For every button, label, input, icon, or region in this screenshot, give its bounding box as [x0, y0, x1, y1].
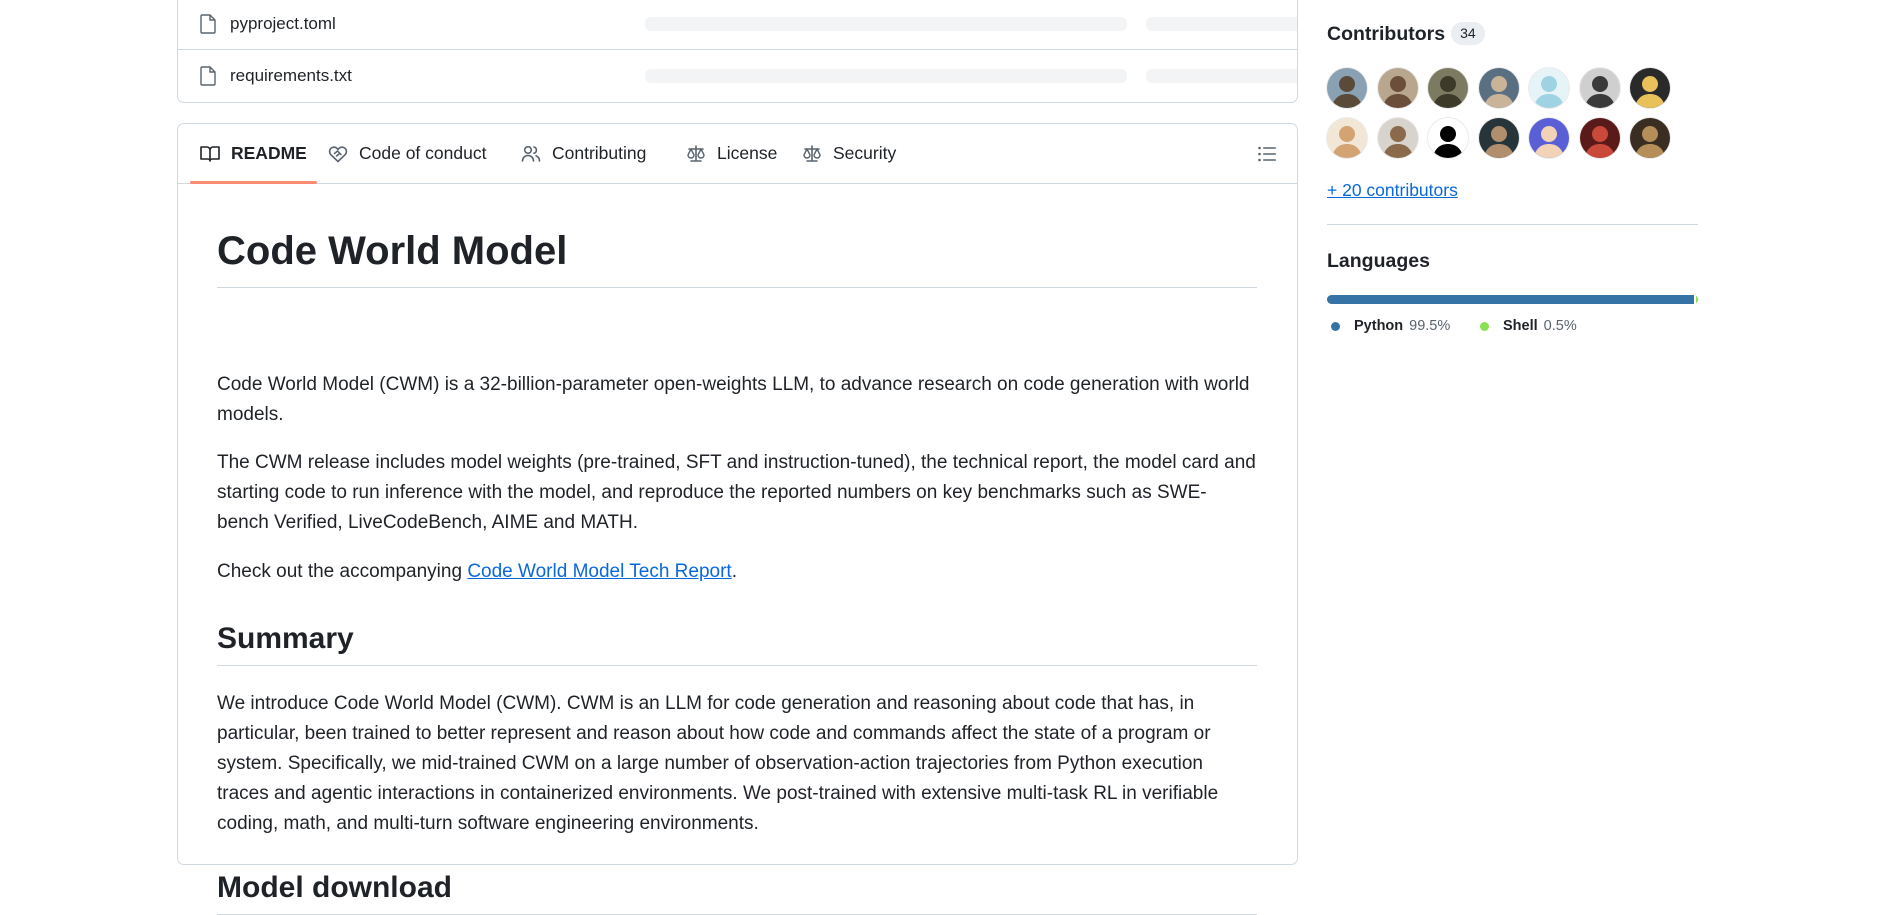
contributor-avatar[interactable]: [1428, 68, 1468, 108]
model-download-heading: Model download: [217, 869, 1257, 915]
language-bar-segment-shell: [1696, 295, 1698, 304]
outline-list-icon[interactable]: [1257, 144, 1277, 164]
language-name: Python: [1354, 318, 1404, 334]
file-icon: [200, 66, 216, 86]
contributor-avatar[interactable]: [1529, 118, 1569, 158]
tab-code-of-conduct[interactable]: Code of conduct: [328, 124, 486, 183]
loading-placeholder: [1146, 69, 1297, 83]
tab-security[interactable]: Security: [802, 124, 896, 183]
language-bar-segment-python: [1327, 295, 1695, 304]
language-bar: [1327, 295, 1698, 304]
law-scale-icon: [803, 144, 821, 162]
readme-panel: README Code of conduct Contributing Lice…: [177, 123, 1298, 915]
tech-report-paragraph: Check out the accompanying Code World Mo…: [217, 557, 1257, 587]
language-percent: 0.5%: [1543, 318, 1577, 334]
contributor-avatar[interactable]: [1579, 68, 1620, 108]
release-paragraph: The CWM release includes model weights (…: [217, 452, 1256, 533]
intro-paragraph: Code World Model (CWM) is a 32-billion-p…: [217, 374, 1250, 425]
language-color-dot: [1480, 321, 1489, 331]
contributor-avatar[interactable]: [1478, 68, 1519, 108]
language-item-python[interactable]: Python 99.5%: [1331, 318, 1450, 334]
file-icon: [200, 14, 216, 34]
file-row[interactable]: requirements.txt: [178, 50, 1297, 101]
language-percent: 99.5%: [1409, 318, 1451, 334]
language-name: Shell: [1503, 318, 1538, 334]
tab-label: README: [231, 143, 307, 163]
more-contributors-link[interactable]: + 20 contributors: [1327, 180, 1458, 201]
contributor-avatar[interactable]: [1579, 118, 1620, 158]
divider: [1327, 224, 1698, 225]
heart-handshake-icon: [328, 145, 348, 162]
file-row[interactable]: pyproject.toml: [178, 0, 1297, 50]
tech-report-suffix: .: [731, 561, 737, 582]
contributors-count: 34: [1451, 22, 1485, 45]
file-list: pyproject.toml requirements.txt: [177, 0, 1298, 103]
summary-heading: Summary: [217, 620, 1257, 666]
contributor-avatar[interactable]: [1529, 68, 1569, 108]
readme-title: Code World Model: [217, 227, 1257, 288]
contributor-avatar[interactable]: [1377, 118, 1418, 158]
contributor-avatar[interactable]: [1428, 118, 1468, 158]
tab-license[interactable]: License: [686, 124, 777, 183]
tab-label: Code of conduct: [359, 143, 487, 163]
file-name[interactable]: pyproject.toml: [230, 0, 336, 49]
loading-placeholder: [1146, 17, 1297, 31]
people-icon: [521, 145, 541, 162]
readme-tabs: README Code of conduct Contributing Lice…: [178, 124, 1297, 184]
languages-title: Languages: [1327, 250, 1430, 272]
contributor-avatar[interactable]: [1327, 118, 1367, 158]
tab-contributing[interactable]: Contributing: [521, 124, 646, 183]
tab-readme[interactable]: README: [190, 124, 317, 184]
loading-placeholder: [645, 17, 1127, 31]
contributor-avatar[interactable]: [1377, 68, 1418, 108]
contributor-avatar[interactable]: [1478, 118, 1519, 158]
tab-label: Security: [833, 143, 897, 163]
language-color-dot: [1331, 321, 1340, 331]
tab-label: License: [717, 143, 778, 163]
contributor-avatar[interactable]: [1630, 118, 1670, 158]
law-scale-icon: [687, 144, 705, 162]
contributors-title[interactable]: Contributors 34: [1327, 22, 1485, 46]
tab-label: Contributing: [552, 143, 647, 163]
contributor-avatar[interactable]: [1327, 68, 1367, 108]
language-item-shell[interactable]: Shell 0.5%: [1480, 318, 1577, 334]
tech-report-link[interactable]: Code World Model Tech Report: [467, 561, 731, 582]
file-name[interactable]: requirements.txt: [230, 50, 352, 101]
contributors-label: Contributors: [1327, 23, 1446, 45]
tech-report-prefix: Check out the accompanying: [217, 561, 468, 582]
loading-placeholder: [645, 69, 1127, 83]
book-icon: [200, 145, 220, 162]
summary-paragraph: We introduce Code World Model (CWM). CWM…: [217, 693, 1219, 834]
contributor-avatar[interactable]: [1630, 68, 1670, 108]
